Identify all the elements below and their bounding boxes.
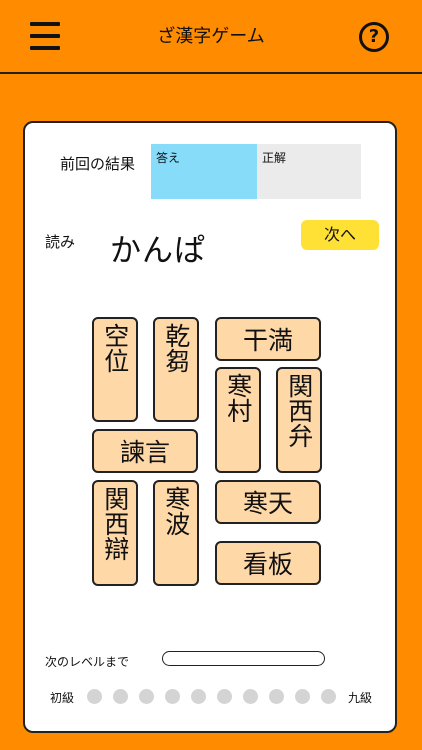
answer-label: 答え	[156, 151, 181, 165]
kanji-tile[interactable]: 看板	[215, 541, 321, 585]
app-header: ざ漢字ゲーム ?	[0, 0, 422, 74]
kanji-tile[interactable]: 関西弁	[276, 367, 322, 473]
progress-label: 次のレベルまで	[45, 655, 130, 669]
game-card: 前回の結果 答え 正解 読み かんぱ 次へ 空位 乾芻 干満 寒村 関西弁 諫言…	[23, 121, 397, 733]
kanji-tile[interactable]: 関西辯	[92, 480, 138, 586]
answer-box: 答え	[151, 144, 257, 199]
level-dot	[295, 689, 310, 704]
kanji-tile[interactable]: 空位	[92, 317, 138, 422]
help-icon[interactable]: ?	[359, 22, 389, 52]
level-dot	[191, 689, 206, 704]
level-dot	[217, 689, 232, 704]
previous-result-label: 前回の結果	[60, 155, 136, 173]
correct-box: 正解	[257, 144, 361, 199]
level-dot	[269, 689, 284, 704]
progress-bar	[162, 651, 325, 666]
kanji-tile[interactable]: 干満	[215, 317, 321, 361]
reading-label: 読み	[45, 233, 76, 251]
level-dot	[113, 689, 128, 704]
level-end-label: 九級	[348, 691, 373, 705]
kanji-tile[interactable]: 寒村	[215, 367, 261, 473]
kanji-tile[interactable]: 乾芻	[153, 317, 199, 422]
reading-value: かんぱ	[110, 233, 206, 269]
kanji-tile[interactable]: 諫言	[92, 429, 198, 473]
level-dot	[321, 689, 336, 704]
level-dot	[243, 689, 258, 704]
level-dot	[139, 689, 154, 704]
level-dot	[165, 689, 180, 704]
level-dot	[87, 689, 102, 704]
next-button[interactable]: 次へ	[301, 220, 379, 250]
level-start-label: 初級	[50, 691, 75, 705]
correct-label: 正解	[262, 151, 287, 165]
kanji-tile[interactable]: 寒波	[153, 480, 199, 586]
kanji-tile[interactable]: 寒天	[215, 480, 321, 524]
